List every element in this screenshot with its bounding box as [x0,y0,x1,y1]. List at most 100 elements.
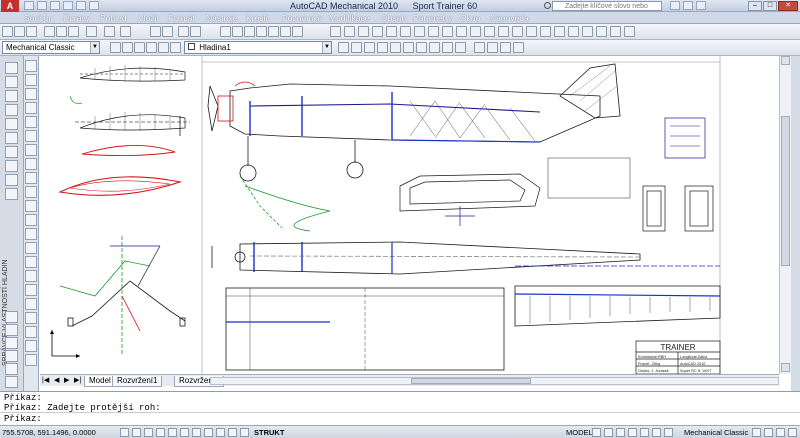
plot-icon[interactable] [89,1,99,10]
modify-tool-icon[interactable] [25,102,37,114]
menu-item[interactable]: Poznámka [282,13,322,23]
modify-tool-icon[interactable] [25,354,37,366]
polyline-icon[interactable] [5,90,18,102]
sheet-set-icon[interactable] [256,26,267,37]
mechanical-tool-icon[interactable] [512,26,523,37]
revision-cloud-icon[interactable] [5,160,18,172]
vertical-scrollbar[interactable] [779,56,791,374]
status-tool-icon[interactable] [664,428,673,437]
open-icon[interactable] [37,1,47,10]
application-menu-button[interactable]: A [1,0,19,12]
draw-tool-icon[interactable] [5,363,18,375]
mechanical-tool-icon[interactable] [568,26,579,37]
mechanical-tool-icon[interactable] [358,26,369,37]
modify-tool-icon[interactable] [25,88,37,100]
menu-item[interactable]: Nástroje [206,13,238,23]
zoom-realtime-icon[interactable] [162,26,173,37]
mechanical-tool-icon[interactable] [554,26,565,37]
mechanical-tool-icon[interactable] [428,26,439,37]
mechanical-tool-icon[interactable] [344,26,355,37]
layer-tool-icon[interactable] [170,42,181,53]
new-icon[interactable] [24,1,34,10]
drafting-setting-icon[interactable] [180,428,189,437]
modify-tool-icon[interactable] [25,186,37,198]
layer-tool-icon[interactable] [158,42,169,53]
menu-item[interactable]: Obsah [381,13,406,23]
menu-item[interactable]: Vložit [138,13,159,23]
strukt-toggle[interactable]: STRUKT [254,428,284,437]
rectangle-icon[interactable] [5,118,18,130]
drafting-setting-icon[interactable] [204,428,213,437]
mechanical-tool-icon[interactable] [470,26,481,37]
layer-tool-icon[interactable] [122,42,133,53]
modify-tool-icon[interactable] [25,312,37,324]
modify-tool-icon[interactable] [25,214,37,226]
pan-icon[interactable] [150,26,161,37]
drafting-setting-icon[interactable] [216,428,225,437]
undo-icon[interactable] [63,1,73,10]
status-tool-icon[interactable] [764,428,773,437]
favorites-icon[interactable] [683,1,693,10]
design-center-icon[interactable] [232,26,243,37]
workspace-status[interactable]: Mechanical Classic [684,428,748,437]
mechanical-tool-icon[interactable] [386,26,397,37]
modify-tool-icon[interactable] [25,270,37,282]
scroll-down-icon[interactable] [781,363,790,372]
modify-tool-icon[interactable] [25,60,37,72]
drafting-setting-icon[interactable] [132,428,141,437]
modify-tool-icon[interactable] [25,256,37,268]
tool-palettes-icon[interactable] [244,26,255,37]
status-tool-icon[interactable] [776,428,785,437]
copy-icon[interactable] [56,26,67,37]
layer-state-icon[interactable] [513,42,524,53]
spline-icon[interactable] [5,174,18,186]
layer-tool-icon[interactable] [429,42,440,53]
menu-item[interactable]: Formát [168,13,195,23]
construction-line-icon[interactable] [5,76,18,88]
mechanical-tool-icon[interactable] [442,26,453,37]
modify-tool-icon[interactable] [25,158,37,170]
mechanical-tool-icon[interactable] [400,26,411,37]
redo-icon[interactable] [76,1,86,10]
modify-tool-icon[interactable] [25,130,37,142]
layer-tool-icon[interactable] [416,42,427,53]
status-tool-icon[interactable] [628,428,637,437]
mechanical-tool-icon[interactable] [540,26,551,37]
layer-state-icon[interactable] [500,42,511,53]
horizontal-scrollbar[interactable] [210,377,779,385]
modify-tool-icon[interactable] [25,116,37,128]
layer-tool-icon[interactable] [442,42,453,53]
workspace-select[interactable]: Mechanical Classic ▼ [2,41,100,54]
menu-item[interactable]: Kreslit [246,13,270,23]
ellipse-icon[interactable] [5,188,18,200]
save-icon[interactable] [50,1,60,10]
open-icon[interactable] [14,26,25,37]
menu-item[interactable]: Pohled [100,13,126,23]
status-tool-icon[interactable] [788,428,797,437]
modify-tool-icon[interactable] [25,228,37,240]
next-tab-icon[interactable]: ▶ [64,376,72,385]
zoom-window-icon[interactable] [178,26,189,37]
draw-tool-icon[interactable] [5,337,18,349]
drafting-setting-icon[interactable] [156,428,165,437]
layer-tool-icon[interactable] [377,42,388,53]
cut-icon[interactable] [44,26,55,37]
command-window[interactable]: Příkaz: Příkaz: Zadejte protější roh: Př… [0,391,800,425]
menu-item[interactable]: Okno [460,13,480,23]
mechanical-tool-icon[interactable] [414,26,425,37]
line-icon[interactable] [5,62,18,74]
layer-tool-icon[interactable] [403,42,414,53]
redo-icon[interactable] [120,26,131,37]
mechanical-tool-icon[interactable] [498,26,509,37]
menu-item[interactable]: Úpravy [63,13,90,23]
modify-tool-icon[interactable] [25,326,37,338]
draw-tool-icon[interactable] [5,311,18,323]
mechanical-tool-icon[interactable] [596,26,607,37]
mechanical-tool-icon[interactable] [456,26,467,37]
modify-tool-icon[interactable] [25,298,37,310]
scroll-thumb[interactable] [411,378,531,384]
modify-tool-icon[interactable] [25,340,37,352]
help-icon[interactable] [292,26,303,37]
first-tab-icon[interactable]: |◀ [42,376,50,385]
mechanical-tool-icon[interactable] [372,26,383,37]
